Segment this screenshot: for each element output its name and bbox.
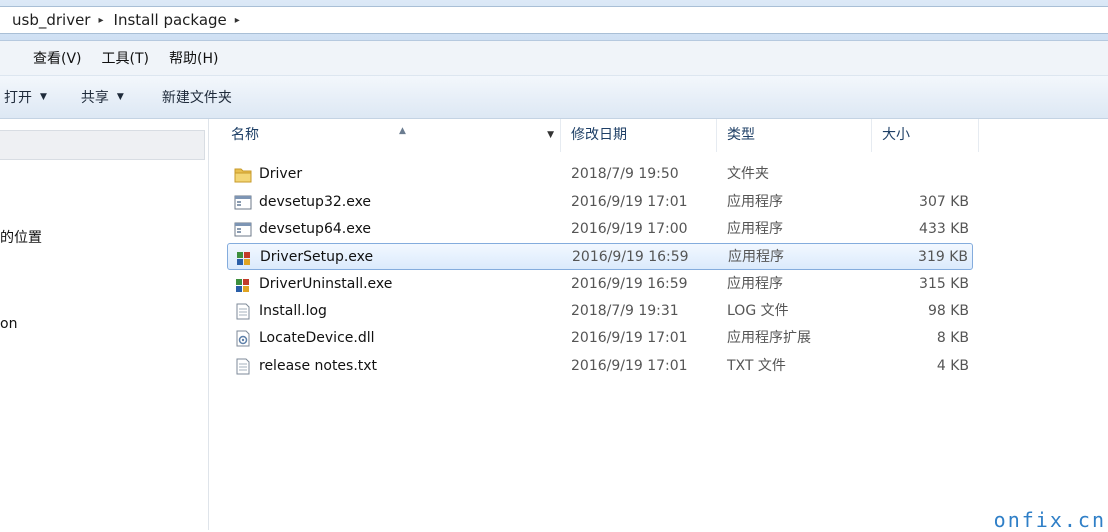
menu-bar: 查看(V) 工具(T) 帮助(H) bbox=[0, 41, 1108, 76]
dll-file-icon bbox=[236, 330, 250, 347]
file-name: LocateDevice.dll bbox=[259, 330, 375, 346]
file-row-selected[interactable]: DriverSetup.exe 2016/9/19 16:59 应用程序 319… bbox=[227, 243, 973, 270]
breadcrumb-install-package[interactable]: Install package bbox=[114, 11, 227, 29]
file-type: 应用程序扩展 bbox=[727, 330, 811, 346]
menu-view[interactable]: 查看(V) bbox=[33, 48, 82, 68]
exe-window-icon bbox=[234, 195, 252, 210]
file-size: 8 KB bbox=[936, 330, 969, 346]
file-type: 应用程序 bbox=[727, 276, 783, 292]
file-name: devsetup64.exe bbox=[259, 221, 372, 237]
file-row[interactable]: LocateDevice.dll 2016/9/19 17:01 应用程序扩展 … bbox=[227, 325, 973, 352]
share-label: 共享 bbox=[80, 90, 109, 106]
column-header-name[interactable]: 名称 ▲ ▼ bbox=[221, 119, 561, 152]
file-row[interactable]: Install.log 2018/7/9 19:31 LOG 文件 98 KB bbox=[227, 298, 973, 325]
file-size: 4 KB bbox=[936, 358, 969, 374]
text-file-icon bbox=[236, 303, 250, 320]
new-folder-button[interactable]: 新建文件夹 bbox=[162, 87, 232, 107]
file-date: 2018/7/9 19:31 bbox=[571, 303, 679, 319]
address-bar: usb_driver ▸ Install package ▸ bbox=[0, 0, 1108, 41]
caret-down-icon: ▼ bbox=[116, 92, 124, 102]
file-name: DriverUninstall.exe bbox=[259, 276, 393, 292]
file-date: 2016/9/19 17:00 bbox=[571, 221, 688, 237]
nav-item-recent-places[interactable]: 的位置 bbox=[0, 227, 42, 247]
column-type-label: 类型 bbox=[727, 127, 755, 143]
caret-down-icon: ▼ bbox=[40, 92, 47, 102]
column-header-type[interactable]: 类型 bbox=[717, 119, 872, 152]
file-date: 2016/9/19 16:59 bbox=[571, 276, 688, 292]
open-button[interactable]: 打开 ▼ bbox=[4, 87, 47, 107]
file-name: Driver bbox=[259, 166, 303, 182]
file-name: Install.log bbox=[259, 303, 327, 319]
breadcrumb-chevron-icon[interactable]: ▸ bbox=[235, 15, 240, 26]
file-type: TXT 文件 bbox=[727, 358, 786, 374]
open-label: 打开 bbox=[4, 90, 32, 106]
file-size: 319 KB bbox=[918, 249, 968, 265]
installer-icon bbox=[236, 279, 249, 292]
file-size: 433 KB bbox=[919, 221, 969, 237]
column-name-label: 名称 bbox=[231, 127, 259, 143]
text-file-icon bbox=[236, 358, 250, 375]
menu-help[interactable]: 帮助(H) bbox=[169, 48, 218, 68]
share-button[interactable]: 共享 ▼ bbox=[81, 87, 124, 107]
folder-icon bbox=[234, 168, 252, 183]
file-size: 307 KB bbox=[919, 194, 969, 210]
file-size: 98 KB bbox=[927, 303, 969, 319]
file-date: 2016/9/19 17:01 bbox=[571, 358, 688, 374]
file-row[interactable]: release notes.txt 2016/9/19 17:01 TXT 文件… bbox=[227, 353, 973, 380]
file-row[interactable]: Driver 2018/7/9 19:50 文件夹 bbox=[227, 161, 973, 188]
exe-window-icon bbox=[234, 222, 252, 237]
menu-tools[interactable]: 工具(T) bbox=[102, 48, 149, 68]
nav-item-partial[interactable]: on bbox=[0, 316, 17, 332]
address-field[interactable]: usb_driver ▸ Install package ▸ bbox=[0, 6, 1108, 34]
navigation-pane[interactable]: 的位置 on bbox=[0, 119, 209, 530]
command-toolbar: 打开 ▼ 共享 ▼ 新建文件夹 bbox=[0, 76, 1108, 119]
file-size: 315 KB bbox=[919, 276, 969, 292]
column-size-label: 大小 bbox=[882, 127, 910, 143]
file-date: 2016/9/19 17:01 bbox=[571, 194, 688, 210]
sort-ascending-icon: ▲ bbox=[399, 126, 406, 136]
file-name: devsetup32.exe bbox=[259, 194, 372, 210]
breadcrumb-chevron-icon[interactable]: ▸ bbox=[98, 15, 103, 26]
file-row[interactable]: devsetup64.exe 2016/9/19 17:00 应用程序 433 … bbox=[227, 216, 973, 243]
column-header-date[interactable]: 修改日期 bbox=[561, 119, 717, 152]
file-row[interactable]: devsetup32.exe 2016/9/19 17:01 应用程序 307 … bbox=[227, 189, 973, 216]
file-type: 应用程序 bbox=[727, 194, 783, 210]
file-name: release notes.txt bbox=[259, 358, 378, 374]
breadcrumb-usb-driver[interactable]: usb_driver bbox=[12, 11, 90, 29]
column-dropdown-icon[interactable]: ▼ bbox=[547, 119, 554, 152]
installer-icon bbox=[237, 252, 250, 265]
file-type: LOG 文件 bbox=[727, 303, 789, 319]
file-date: 2016/9/19 16:59 bbox=[572, 249, 689, 265]
column-header-size[interactable]: 大小 bbox=[872, 119, 979, 152]
file-name: DriverSetup.exe bbox=[260, 249, 374, 265]
column-date-label: 修改日期 bbox=[571, 127, 627, 143]
file-date: 2016/9/19 17:01 bbox=[571, 330, 688, 346]
file-row[interactable]: DriverUninstall.exe 2016/9/19 16:59 应用程序… bbox=[227, 271, 973, 298]
file-date: 2018/7/9 19:50 bbox=[571, 166, 679, 182]
nav-selected-item[interactable] bbox=[0, 130, 205, 160]
file-type: 应用程序 bbox=[728, 249, 784, 265]
new-folder-label: 新建文件夹 bbox=[161, 90, 232, 106]
file-type: 应用程序 bbox=[727, 221, 783, 237]
file-type: 文件夹 bbox=[727, 166, 769, 182]
column-headers: 名称 ▲ ▼ 修改日期 类型 大小 bbox=[210, 119, 1108, 152]
watermark: onfix.cn bbox=[993, 508, 1106, 532]
